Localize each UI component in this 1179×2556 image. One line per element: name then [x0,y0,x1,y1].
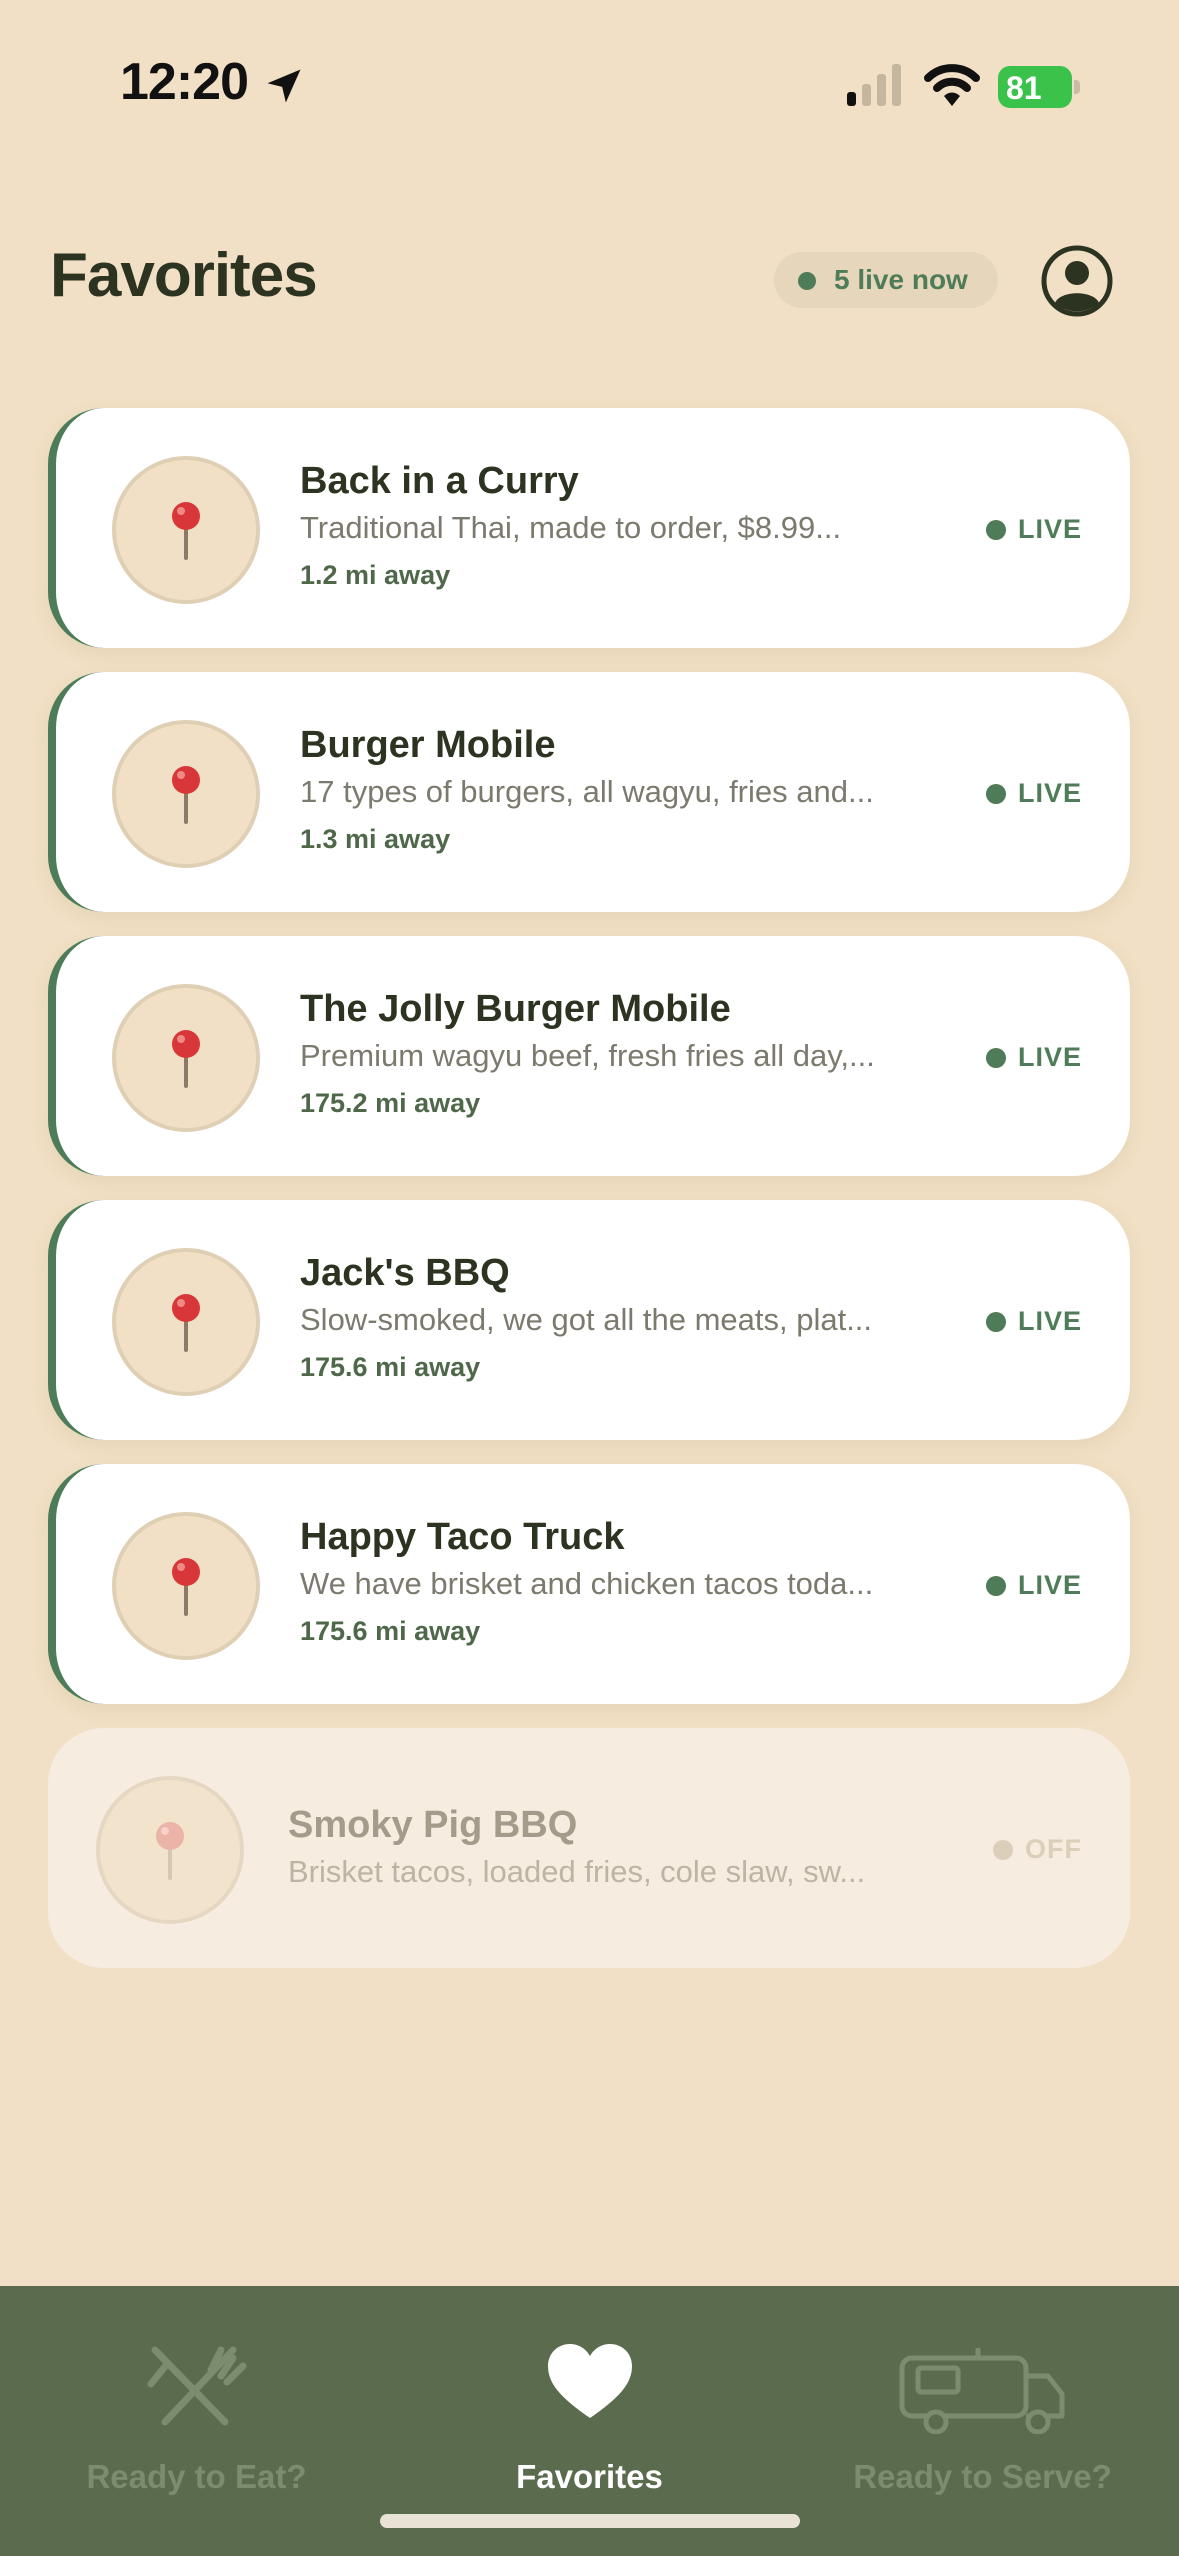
favorite-card[interactable]: Smoky Pig BBQ Brisket tacos, loaded frie… [48,1728,1130,1968]
pushpin-icon [172,1030,200,1088]
pushpin-icon [172,1558,200,1616]
tab-label: Ready to Serve? [853,2458,1112,2495]
truck-distance: 1.2 mi away [300,560,451,590]
truck-distance: 175.2 mi away [300,1088,481,1118]
tab-label: Ready to Eat? [86,2458,307,2495]
truck-name: Jack's BBQ [300,1252,510,1294]
profile-icon[interactable] [1040,244,1114,318]
page-title: Favorites [50,241,318,310]
truck-avatar [112,720,260,868]
status-dot-icon [985,1312,1006,1332]
status-badge: LIVE [985,1042,1082,1073]
status-dot-icon [993,1840,1013,1860]
truck-name: Smoky Pig BBQ [288,1804,578,1846]
cellular-signal-icon [847,64,901,106]
home-indicator[interactable] [380,2514,800,2528]
status-dot-icon [985,1576,1006,1596]
truck-avatar [96,1776,244,1924]
wifi-icon [924,64,980,106]
truck-avatar [112,984,260,1132]
heart-icon [547,2344,632,2418]
truck-name: Back in a Curry [300,460,579,502]
truck-description: Traditional Thai, made to order, $8.99..… [300,510,842,545]
truck-distance: 175.6 mi away [300,1352,481,1382]
status-dot-icon [985,1048,1006,1068]
favorite-card[interactable]: Jack's BBQ Slow-smoked, we got all the m… [48,1200,1130,1440]
truck-distance: 1.3 mi away [300,824,451,854]
pushpin-icon [172,766,200,824]
truck-avatar [112,1512,260,1660]
truck-avatar [112,456,260,604]
truck-description: We have brisket and chicken tacos toda..… [300,1566,874,1601]
status-time: 12:20 [120,53,249,111]
status-dot-icon [985,520,1006,540]
favorite-card[interactable]: Burger Mobile 17 types of burgers, all w… [48,672,1130,912]
truck-icon [899,2348,1064,2434]
fork-knife-icon [147,2346,246,2426]
live-dot-icon [798,272,816,290]
pushpin-icon [172,502,200,560]
status-badge: LIVE [985,1570,1082,1601]
tab-ready-to-serve[interactable]: Ready to Serve? [786,2326,1179,2495]
live-count-badge: 5 live now [774,252,998,308]
status-badge: LIVE [985,514,1082,545]
truck-name: Burger Mobile [300,724,556,766]
favorite-card[interactable]: Back in a Curry Traditional Thai, made t… [48,408,1130,648]
tab-ready-to-eat[interactable]: Ready to Eat? [0,2326,393,2495]
tab-label: Favorites [516,2458,663,2495]
favorite-card[interactable]: Happy Taco Truck We have brisket and chi… [48,1464,1130,1704]
truck-avatar [112,1248,260,1396]
battery-level: 81 [1006,70,1042,106]
favorite-card[interactable]: The Jolly Burger Mobile Premium wagyu be… [48,936,1130,1176]
status-dot-icon [985,784,1006,804]
truck-name: The Jolly Burger Mobile [300,988,731,1030]
status-bar: 12:20 81 [0,0,1179,150]
location-arrow-icon [267,69,301,103]
truck-description: 17 types of burgers, all wagyu, fries an… [300,774,874,809]
status-badge: LIVE [985,778,1082,809]
truck-description: Slow-smoked, we got all the meats, plat.… [300,1302,873,1337]
status-badge: LIVE [985,1306,1082,1337]
truck-name: Happy Taco Truck [300,1516,625,1558]
live-count-label: 5 live now [834,264,968,295]
truck-description: Brisket tacos, loaded fries, cole slaw, … [288,1854,866,1889]
pushpin-icon [156,1822,184,1880]
battery-indicator: 81 [998,66,1082,108]
tab-favorites[interactable]: Favorites [393,2326,786,2495]
status-badge: OFF [993,1834,1082,1865]
truck-distance: 175.6 mi away [300,1616,481,1646]
pushpin-icon [172,1294,200,1352]
truck-description: Premium wagyu beef, fresh fries all day,… [300,1038,875,1073]
